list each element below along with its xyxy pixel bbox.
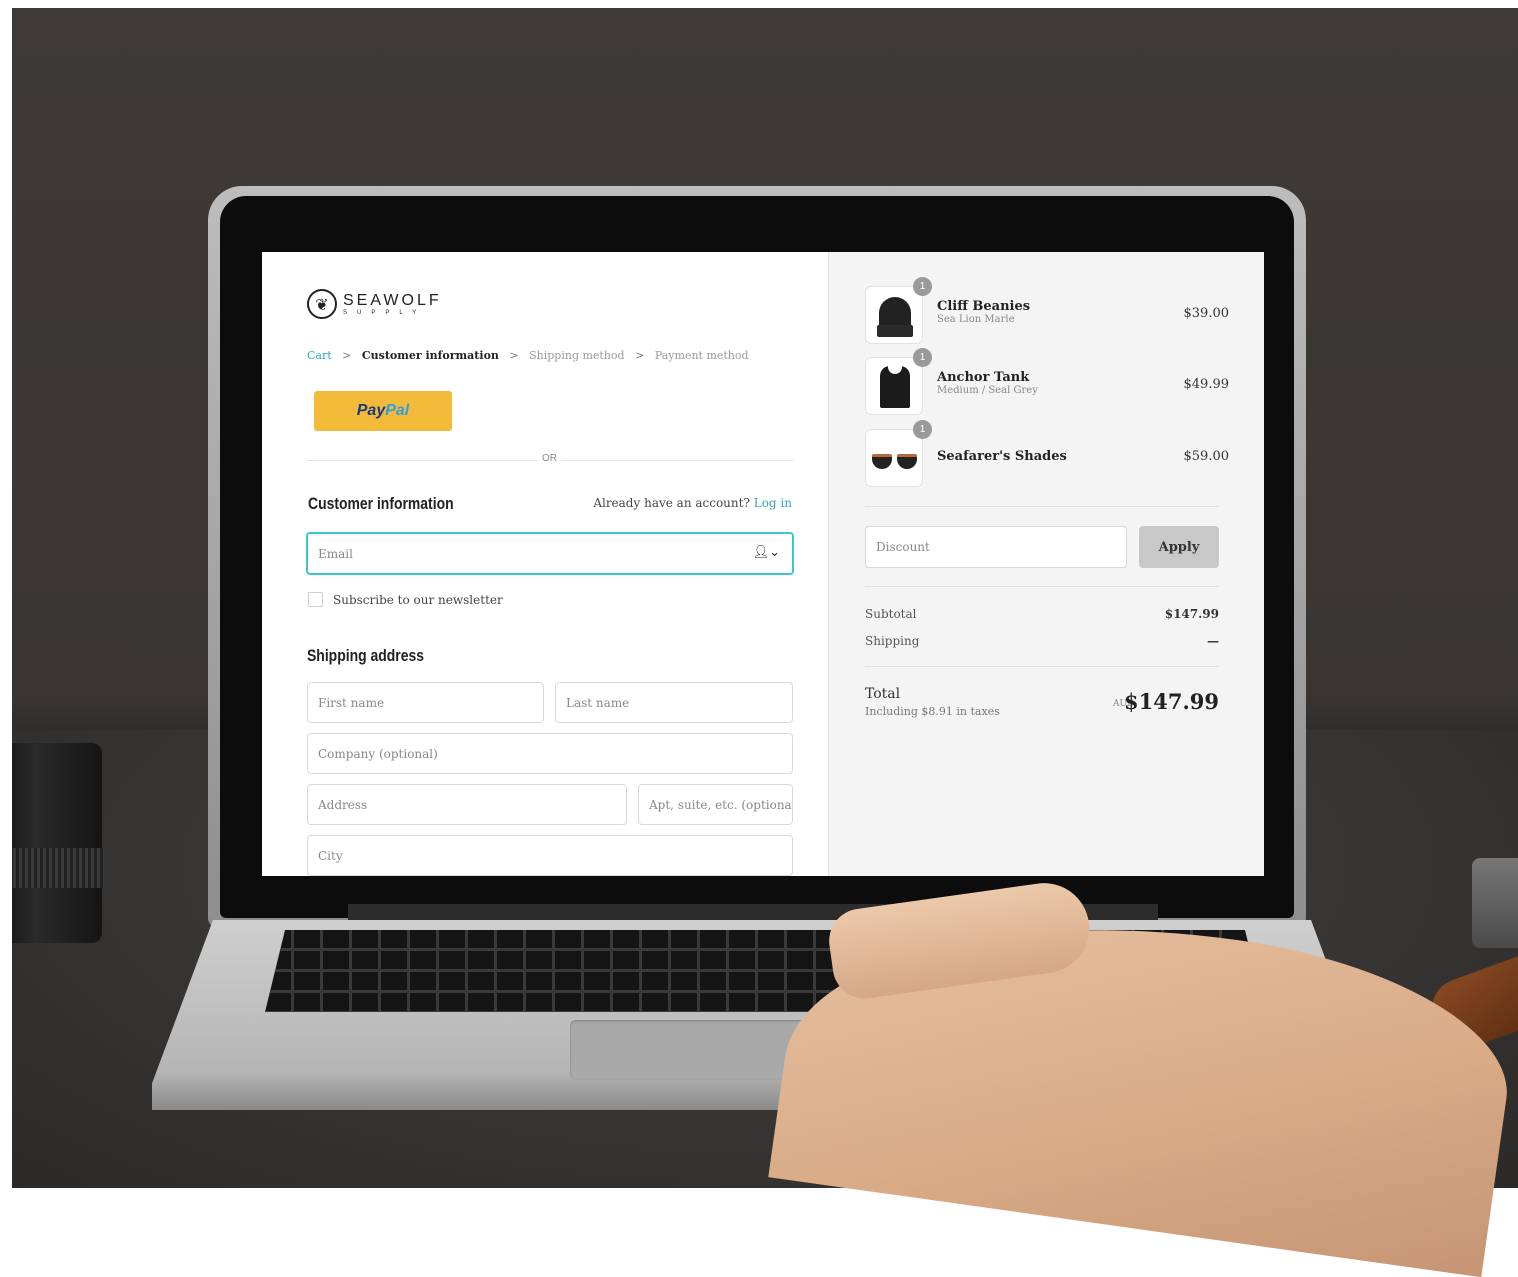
subtotal-label: Subtotal [865, 607, 917, 621]
paypal-logo-part2: Pal [385, 402, 410, 419]
user-account-icon[interactable]: 👤︎⌄ [753, 545, 780, 560]
breadcrumb: Cart > Customer information > Shipping m… [307, 349, 749, 362]
cannabis-leaf-icon: ❦ [307, 289, 337, 319]
shipping-label: Shipping [865, 634, 920, 648]
summary-divider [865, 666, 1219, 667]
cart-item: 1 Anchor Tank Medium / Seal Grey $49.99 [865, 348, 1230, 415]
camera-lens [12, 743, 102, 943]
summary-divider [865, 506, 1219, 507]
apartment-field[interactable]: Apt, suite, etc. (optiona [638, 784, 793, 825]
discount-placeholder: Discount [876, 540, 930, 554]
newsletter-checkbox[interactable] [308, 592, 323, 607]
shipping-address-title: Shipping address [307, 646, 424, 665]
last-name-field[interactable]: Last name [555, 682, 793, 723]
newsletter-label[interactable]: Subscribe to our newsletter [333, 593, 503, 607]
breadcrumb-payment-method: Payment method [654, 349, 749, 362]
account-prompt: Already have an account? Log in [593, 496, 792, 510]
product-thumbnail [865, 286, 923, 344]
paypal-logo-part1: Pay [356, 402, 386, 419]
camera-lens-ring [12, 848, 104, 888]
address-field[interactable]: Address [307, 784, 627, 825]
quantity-badge: 1 [913, 348, 932, 367]
product-variant: Sea Lion Marle [937, 314, 1015, 325]
email-placeholder: Email [318, 546, 353, 561]
paypal-button[interactable]: Pay Pal [314, 391, 452, 431]
phone-object [1472, 858, 1518, 948]
company-placeholder: Company (optional) [318, 746, 438, 761]
breadcrumb-customer-information: Customer information [361, 349, 499, 362]
company-field[interactable]: Company (optional) [307, 733, 793, 774]
brand-name: SEAWOLF [343, 291, 442, 309]
breadcrumb-shipping-method: Shipping method [529, 349, 625, 362]
chevron-right-icon: > [509, 349, 519, 362]
cart-item: 1 Cliff Beanies Sea Lion Marle $39.00 [865, 277, 1230, 344]
product-thumbnail [865, 429, 923, 487]
product-price: $59.00 [1183, 449, 1230, 464]
discount-input[interactable]: Discount [865, 526, 1127, 568]
city-field[interactable]: City [307, 835, 793, 876]
sunglasses-left-lens [872, 454, 892, 469]
product-name: Cliff Beanies [937, 299, 1031, 314]
summary-divider [865, 586, 1219, 587]
quantity-badge: 1 [913, 277, 932, 296]
subtotal-value: $147.99 [1164, 607, 1219, 621]
product-price: $39.00 [1183, 306, 1230, 321]
first-name-placeholder: First name [318, 695, 385, 710]
shipping-value: — [1207, 634, 1219, 648]
cart-item: 1 Seafarer's Shades $59.00 [865, 420, 1230, 487]
laptop-screen: ❦ SEAWOLF SUPPLY Cart > Customer informa… [262, 252, 1264, 876]
account-prompt-text: Already have an account? [593, 496, 750, 510]
product-name: Anchor Tank [937, 370, 1030, 385]
sunglasses-right-lens [897, 454, 917, 469]
apply-discount-button[interactable]: Apply [1139, 526, 1219, 568]
login-link[interactable]: Log in [754, 496, 792, 510]
product-thumbnail [865, 357, 923, 415]
total-value: $147.99 [1124, 689, 1219, 714]
city-placeholder: City [318, 848, 343, 863]
chevron-right-icon: > [342, 349, 352, 362]
email-field[interactable]: Email 👤︎⌄ [306, 532, 794, 575]
address-placeholder: Address [318, 797, 368, 812]
chevron-right-icon: > [635, 349, 645, 362]
taxes-note: Including $8.91 in taxes [865, 705, 1000, 718]
customer-information-title: Customer information [308, 494, 454, 513]
product-variant: Medium / Seal Grey [937, 385, 1038, 396]
total-label: Total [865, 686, 901, 702]
beanie-band [877, 325, 913, 337]
first-name-field[interactable]: First name [307, 682, 544, 723]
apartment-placeholder: Apt, suite, etc. (optiona [649, 797, 792, 812]
order-summary: 1 Cliff Beanies Sea Lion Marle $39.00 1 … [828, 252, 1264, 876]
breadcrumb-cart[interactable]: Cart [307, 349, 332, 362]
brand-logo[interactable]: ❦ SEAWOLF SUPPLY [307, 289, 442, 319]
checkout-main: ❦ SEAWOLF SUPPLY Cart > Customer informa… [262, 252, 828, 876]
or-label: OR [538, 453, 561, 464]
brand-subname: SUPPLY [343, 309, 427, 316]
product-name: Seafarer's Shades [937, 449, 1067, 464]
last-name-placeholder: Last name [566, 695, 630, 710]
product-price: $49.99 [1183, 377, 1230, 392]
quantity-badge: 1 [913, 420, 932, 439]
